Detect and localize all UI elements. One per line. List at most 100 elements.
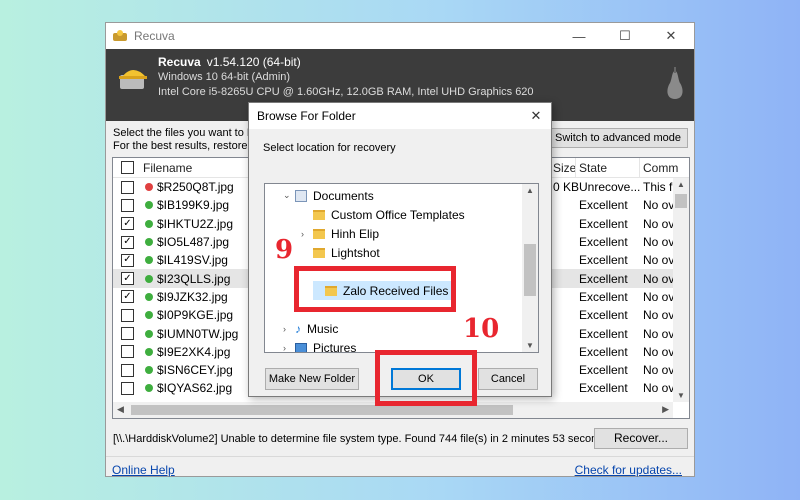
scroll-down-icon[interactable]: ▼ [677,391,685,400]
folder-label: Custom Office Templates [331,207,465,222]
folder-node[interactable]: › ♪ Music [283,319,338,338]
status-dot-icon [145,329,153,338]
cancel-button[interactable]: Cancel [478,368,538,390]
scroll-up-icon[interactable]: ▲ [677,180,685,189]
status-dot-icon [145,201,153,210]
footer: Online Help Check for updates... [106,456,694,478]
file-state: Unrecove... [579,180,641,195]
file-checkbox[interactable] [121,180,134,194]
status-dot-icon [145,366,153,375]
file-state: Excellent [579,271,628,286]
status-dot-icon [145,183,153,192]
file-state: Excellent [579,326,628,341]
expand-arrow-icon[interactable]: › [283,343,295,353]
folder-node[interactable]: › Pictures [283,338,356,353]
file-checkbox[interactable] [121,381,134,395]
file-state: Excellent [579,363,628,378]
folder-node[interactable]: Custom Office Templates [301,205,465,224]
file-name: $IB199K9.jpg [157,198,230,213]
minimize-button[interactable]: — [556,23,602,49]
maximize-button[interactable]: ☐ [602,23,648,49]
folder-icon [313,247,325,258]
recuva-logo-icon [113,30,127,41]
file-comment: No ov [643,326,675,341]
switch-advanced-mode-button[interactable]: Switch to advanced mode [548,128,688,148]
os-info: Windows 10 64-bit (Admin) [158,71,291,83]
folder-icon [313,209,325,220]
file-checkbox[interactable]: ✓ [121,253,134,267]
folder-node[interactable]: ⌄ Documents [283,186,374,205]
expand-arrow-icon[interactable]: › [301,229,313,239]
file-checkbox[interactable] [121,327,134,341]
file-checkbox[interactable] [121,308,134,322]
piriform-pear-icon [667,67,683,99]
status-dot-icon [145,238,153,247]
file-checkbox[interactable] [121,198,134,212]
file-checkbox[interactable]: ✓ [121,235,134,249]
status-dot-icon [145,311,153,320]
file-name: $I9JZK32.jpg [157,289,228,304]
file-comment: No ov [643,308,675,323]
recover-button[interactable]: Recover... [594,428,688,449]
folder-icon [313,228,325,239]
file-checkbox[interactable]: ✓ [121,272,134,286]
file-comment: No ov [643,289,675,304]
file-name: $ISN6CEY.jpg [157,363,233,378]
column-filename[interactable]: Filename [143,161,192,175]
folder-label: Documents [313,188,374,203]
dialog-title: Browse For Folder [257,109,356,123]
annotation-step9: 9 [275,235,294,265]
window-title: Recuva [134,29,175,43]
status-dot-icon [145,219,153,228]
file-checkbox[interactable]: ✓ [121,290,134,304]
status-dot-icon [145,292,153,301]
file-name: $IO5L487.jpg [157,235,230,250]
scroll-right-icon[interactable]: ▶ [662,404,669,415]
music-icon: ♪ [295,321,301,336]
column-state[interactable]: State [579,161,607,175]
status-dot-icon [145,274,153,283]
file-name: $IUMN0TW.jpg [157,326,239,341]
expand-arrow-icon[interactable]: ⌄ [283,190,295,201]
file-comment: No ov [643,216,675,231]
annotation-box-step9 [294,266,456,312]
status-text: [\\.\HarddiskVolume2] Unable to determin… [113,433,612,445]
file-comment: No ov [643,271,675,286]
scroll-left-icon[interactable]: ◀ [117,404,124,415]
folder-node[interactable]: Lightshot [301,243,380,262]
file-comment: No ov [643,381,675,396]
file-list-vertical-scrollbar[interactable]: ▲ ▼ [673,178,689,402]
folder-node[interactable]: › Hinh Elip [301,224,379,243]
column-comment[interactable]: Comm [643,161,678,175]
expand-arrow-icon[interactable]: › [283,324,295,334]
file-checkbox[interactable] [121,363,134,377]
file-name: $IHKTU2Z.jpg [157,216,234,231]
file-comment: No ov [643,253,675,268]
hardware-info: Intel Core i5-8265U CPU @ 1.60GHz, 12.0G… [158,86,534,98]
folder-tree-scrollbar[interactable]: ▲ ▼ [522,184,538,352]
file-state: Excellent [579,216,628,231]
file-comment: No ov [643,363,675,378]
file-comment: No ov [643,344,675,359]
file-state: Excellent [579,344,628,359]
column-size[interactable]: Size [553,161,576,175]
pictures-icon [295,342,307,352]
close-button[interactable]: ✕ [648,23,694,49]
file-state: Excellent [579,308,628,323]
check-updates-link[interactable]: Check for updates... [575,463,682,477]
instructions-text: Select the files you want to Re For the … [113,127,253,152]
file-checkbox[interactable]: ✓ [121,217,134,231]
select-all-checkbox[interactable] [121,161,134,174]
folder-label: Hinh Elip [331,226,380,241]
dialog-prompt: Select location for recovery [263,142,396,154]
file-name: $R250Q8T.jpg [157,180,234,195]
scroll-down-icon[interactable]: ▼ [526,341,534,350]
file-checkbox[interactable] [121,345,134,359]
make-new-folder-button[interactable]: Make New Folder [265,368,359,390]
file-comment: No ov [643,235,675,250]
dialog-close-icon[interactable]: ✕ [521,103,551,129]
scroll-up-icon[interactable]: ▲ [526,186,534,195]
recuva-hardhat-icon [119,70,147,89]
app-version: v1.54.120 (64-bit) [206,55,301,69]
online-help-link[interactable]: Online Help [112,463,175,477]
